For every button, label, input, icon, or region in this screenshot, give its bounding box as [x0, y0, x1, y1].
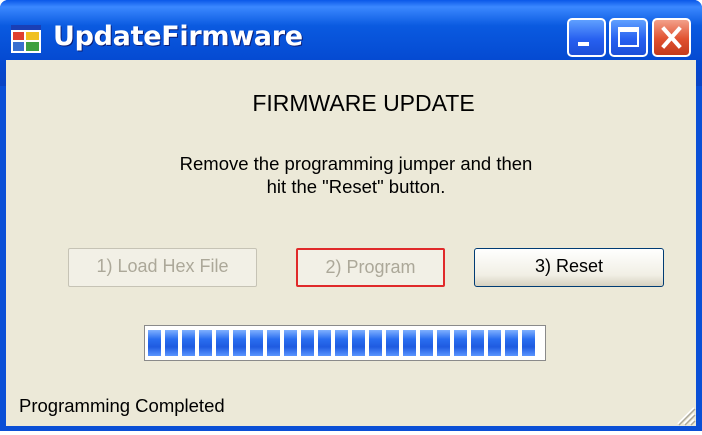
- load-hex-file-button[interactable]: 1) Load Hex File: [68, 248, 257, 287]
- client-area: FIRMWARE UPDATE Remove the programming j…: [6, 60, 696, 426]
- progress-segment: [471, 330, 484, 356]
- program-button[interactable]: 2) Program: [296, 248, 445, 287]
- window-title: UpdateFirmware: [53, 21, 303, 52]
- maximize-icon: [618, 27, 639, 47]
- progress-segment: [522, 330, 535, 356]
- progress-segment: [352, 330, 365, 356]
- instruction-message: Remove the programming jumper and then h…: [6, 152, 702, 198]
- page-heading: FIRMWARE UPDATE: [252, 90, 475, 116]
- progress-segment: [284, 330, 297, 356]
- app-window-icon: [11, 25, 41, 53]
- progress-fill: [148, 330, 539, 356]
- progress-segment: [335, 330, 348, 356]
- close-icon: [661, 26, 682, 49]
- progress-segment: [420, 330, 433, 356]
- progress-segment: [199, 330, 212, 356]
- minimize-icon: [578, 42, 589, 46]
- instruction-line-1: Remove the programming jumper and then: [179, 153, 533, 174]
- minimize-button[interactable]: [567, 18, 606, 57]
- progress-segment: [318, 330, 331, 356]
- progress-segment: [437, 330, 450, 356]
- progress-segment: [454, 330, 467, 356]
- progress-segment: [250, 330, 263, 356]
- progress-segment: [233, 330, 246, 356]
- close-button[interactable]: [652, 18, 691, 57]
- status-text: Programming Completed: [19, 395, 225, 416]
- progress-segment: [267, 330, 280, 356]
- progress-segment: [505, 330, 518, 356]
- progress-segment: [148, 330, 161, 356]
- progress-segment: [403, 330, 416, 356]
- resize-grip-icon[interactable]: [670, 400, 696, 426]
- reset-button[interactable]: 3) Reset: [474, 248, 664, 287]
- progress-segment: [488, 330, 501, 356]
- update-firmware-window: UpdateFirmware FIRMWARE UPDATE Remove th…: [0, 0, 702, 431]
- maximize-button[interactable]: [609, 18, 648, 57]
- progress-segment: [182, 330, 195, 356]
- instruction-line-2: hit the "Reset" button.: [266, 176, 446, 197]
- progress-segment: [369, 330, 382, 356]
- progress-segment: [165, 330, 178, 356]
- progress-segment: [216, 330, 229, 356]
- progress-segment: [301, 330, 314, 356]
- progress-segment: [386, 330, 399, 356]
- progress-bar: [144, 325, 546, 361]
